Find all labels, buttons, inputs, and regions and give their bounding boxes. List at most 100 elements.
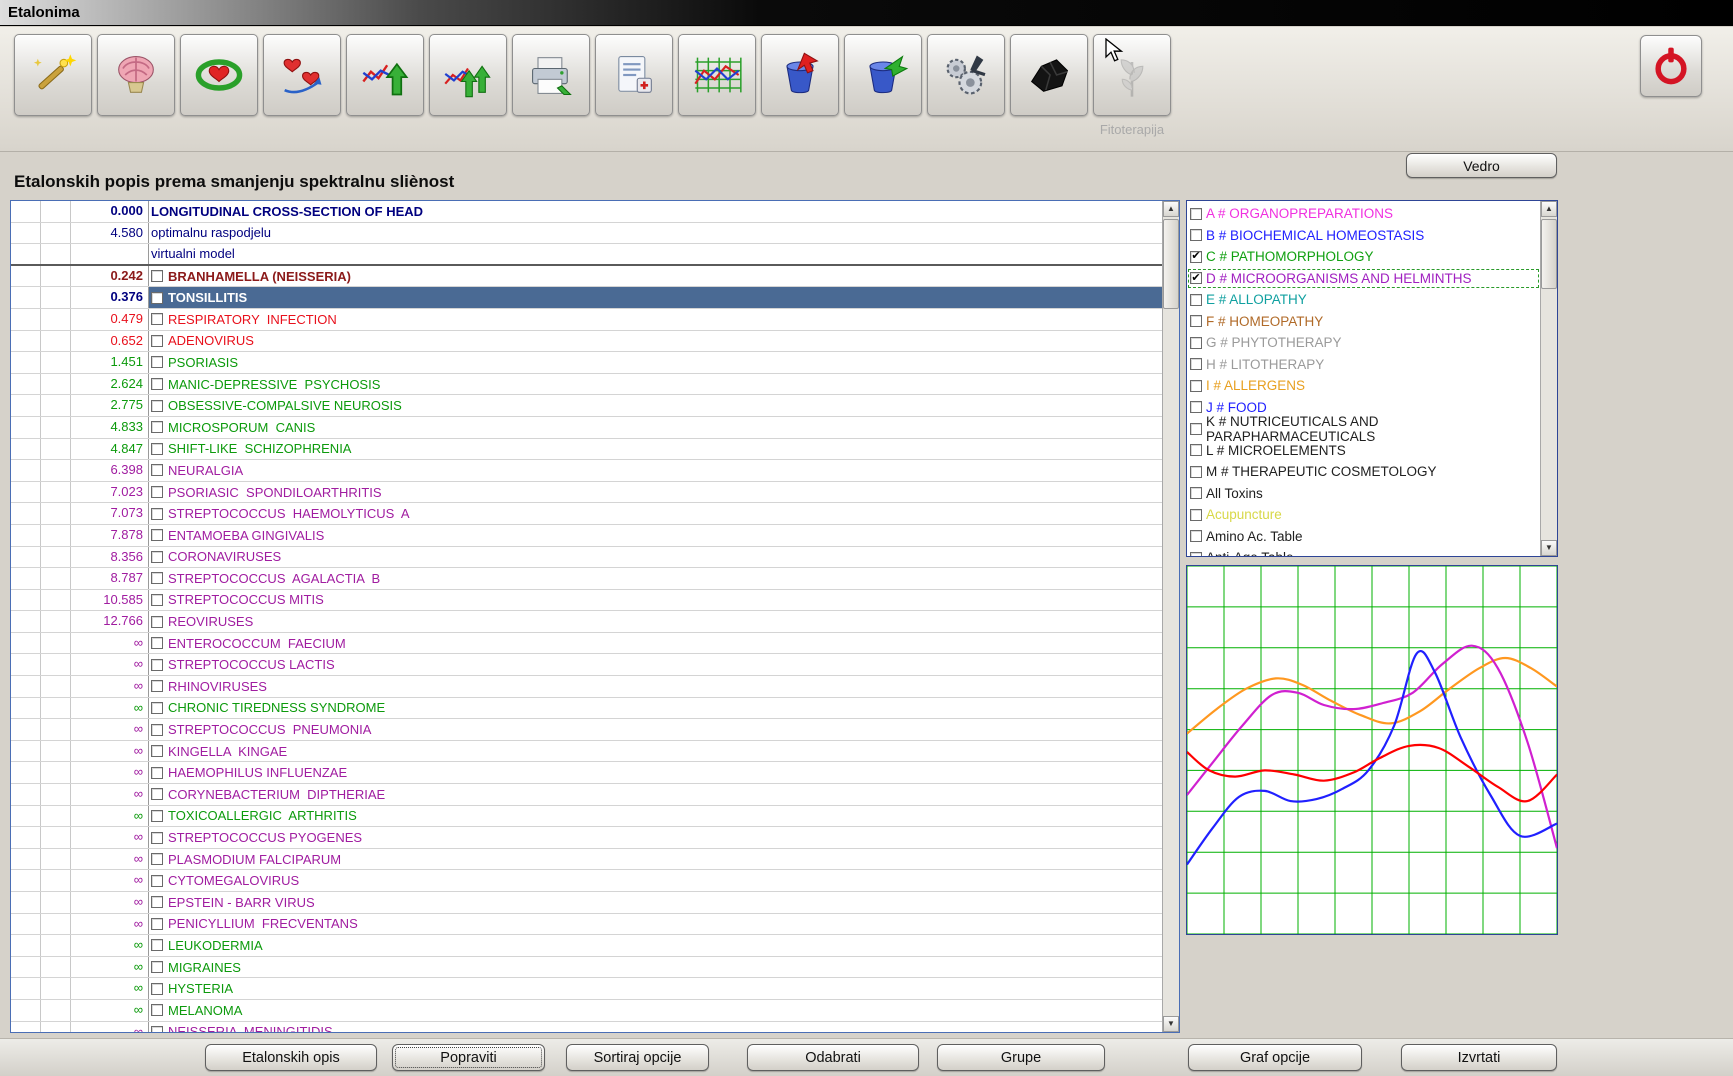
etalon-name-cell[interactable]: ADENOVIRUS xyxy=(149,331,1162,352)
row-checkbox[interactable] xyxy=(151,291,163,304)
category-checkbox[interactable] xyxy=(1190,358,1202,371)
footer-button-grupe[interactable]: Grupe xyxy=(937,1044,1105,1071)
table-row-streptococcus-lactis[interactable]: ∞ STREPTOCOCCUS LACTIS xyxy=(11,654,1162,677)
etalon-name-cell[interactable]: STREPTOCOCCUS PYOGENES xyxy=(149,827,1162,848)
row-checkbox[interactable] xyxy=(151,917,163,930)
etalon-name-cell[interactable]: CORYNEBACTERIUM DIPTHERIAE xyxy=(149,784,1162,805)
etalon-name-cell[interactable]: PSORIASIC SPONDILOARTHRITIS xyxy=(149,482,1162,503)
table-row-neuralgia[interactable]: 6.398 NEURALGIA xyxy=(11,460,1162,482)
row-checkbox[interactable] xyxy=(151,615,163,628)
coal-button[interactable] xyxy=(1010,34,1088,116)
table-row-epstein-barr-virus[interactable]: ∞ EPSTEIN - BARR VIRUS xyxy=(11,892,1162,914)
scroll-up-button[interactable]: ▲ xyxy=(1163,201,1179,217)
row-checkbox[interactable] xyxy=(151,593,163,606)
row-checkbox[interactable] xyxy=(151,961,163,974)
chart-arrow-button[interactable] xyxy=(346,34,424,116)
table-row-coronaviruses[interactable]: 8.356 CORONAVIRUSES xyxy=(11,546,1162,569)
hearts-button[interactable] xyxy=(263,34,341,116)
row-checkbox[interactable] xyxy=(151,313,163,326)
etalon-scrollbar[interactable]: ▲ ▼ xyxy=(1162,201,1179,1032)
etalon-name-cell[interactable]: PENICYLLIUM FRECVENTANS xyxy=(149,914,1162,935)
table-row-branhamella-neisseria[interactable]: 0.242 BRANHAMELLA (NEISSERIA) xyxy=(11,265,1162,288)
etalon-name-cell[interactable]: PSORIASIS xyxy=(149,352,1162,373)
table-row-corynebacterium-diptheriae[interactable]: ∞ CORYNEBACTERIUM DIPTHERIAE xyxy=(11,784,1162,806)
category-f-homeopathy[interactable]: F # HOMEOPATHY xyxy=(1187,311,1540,333)
row-checkbox[interactable] xyxy=(151,809,163,822)
etalon-name-cell[interactable]: MANIC-DEPRESSIVE PSYCHOSIS xyxy=(149,374,1162,395)
row-checkbox[interactable] xyxy=(151,334,163,347)
etalon-name-cell[interactable]: PLASMODIUM FALCIPARUM xyxy=(149,849,1162,870)
scroll-track[interactable] xyxy=(1541,217,1557,540)
row-checkbox[interactable] xyxy=(151,982,163,995)
category-checkbox[interactable] xyxy=(1190,401,1202,414)
row-checkbox[interactable] xyxy=(151,723,163,736)
table-row-toxicoallergic-arthritis[interactable]: ∞ TOXICOALLERGIC ARTHRITIS xyxy=(11,805,1162,828)
row-checkbox[interactable] xyxy=(151,701,163,714)
category-scrollbar[interactable]: ▲ ▼ xyxy=(1540,201,1557,556)
etalon-name-cell[interactable]: NEISSERIA MENINGITIDIS xyxy=(149,1022,1162,1032)
table-row-psoriasis[interactable]: 1.451 PSORIASIS xyxy=(11,352,1162,374)
table-row-melanoma[interactable]: ∞ MELANOMA xyxy=(11,999,1162,1022)
table-row-manic-depressive-psychosis[interactable]: 2.624 MANIC-DEPRESSIVE PSYCHOSIS xyxy=(11,373,1162,396)
category-i-allergens[interactable]: I # ALLERGENS xyxy=(1187,375,1540,397)
notes-button[interactable] xyxy=(595,34,673,116)
row-checkbox[interactable] xyxy=(151,874,163,887)
table-row-cytomegalovirus[interactable]: ∞ CYTOMEGALOVIRUS xyxy=(11,870,1162,892)
table-row-longitudinal-cross-section-of-head[interactable]: 0.000 LONGITUDINAL CROSS-SECTION OF HEAD xyxy=(11,201,1162,223)
row-checkbox[interactable] xyxy=(151,421,163,434)
etalon-name-cell[interactable]: OBSESSIVE-COMPALSIVE NEUROSIS xyxy=(149,395,1162,416)
row-checkbox[interactable] xyxy=(151,529,163,542)
category-checkbox[interactable]: ✔ xyxy=(1190,272,1202,285)
vedro-button[interactable]: Vedro xyxy=(1406,153,1557,178)
etalon-name-cell[interactable]: STREPTOCOCCUS AGALACTIA B xyxy=(149,568,1162,589)
category-m-therapeutic-cosmetology[interactable]: M # THERAPEUTIC COSMETOLOGY xyxy=(1187,461,1540,483)
table-row-streptococcus-haemolyticus-a[interactable]: 7.073 STREPTOCOCCUS HAEMOLYTICUS A xyxy=(11,503,1162,525)
row-checkbox[interactable] xyxy=(151,788,163,801)
category-checkbox[interactable]: ✔ xyxy=(1190,250,1202,263)
table-row-streptococcus-mitis[interactable]: 10.585 STREPTOCOCCUS MITIS xyxy=(11,589,1162,612)
category-anti-age-table[interactable]: Anti-Age Table xyxy=(1187,547,1540,556)
etalon-name-cell[interactable]: MELANOMA xyxy=(149,1000,1162,1021)
vessel-green-button[interactable] xyxy=(844,34,922,116)
etalon-name-cell[interactable]: ENTEROCOCCUM FAECIUM xyxy=(149,633,1162,654)
scroll-thumb[interactable] xyxy=(1541,219,1557,289)
row-checkbox[interactable] xyxy=(151,831,163,844)
table-row-leukodermia[interactable]: ∞ LEUKODERMIA xyxy=(11,935,1162,957)
scroll-thumb[interactable] xyxy=(1163,219,1179,309)
table-row-rhinoviruses[interactable]: ∞ RHINOVIRUSES xyxy=(11,676,1162,698)
power-button[interactable] xyxy=(1640,35,1702,97)
table-row-hysteria[interactable]: ∞ HYSTERIA xyxy=(11,978,1162,1000)
category-g-phytotherapy[interactable]: G # PHYTOTHERAPY xyxy=(1187,332,1540,354)
category-checkbox[interactable] xyxy=(1190,379,1202,392)
etalon-name-cell[interactable]: STREPTOCOCCUS LACTIS xyxy=(149,654,1162,675)
category-all-toxins[interactable]: All Toxins xyxy=(1187,483,1540,505)
category-checkbox[interactable] xyxy=(1190,336,1202,349)
table-row-streptococcus-agalactia-b[interactable]: 8.787 STREPTOCOCCUS AGALACTIA B xyxy=(11,568,1162,590)
footer-button-odabrati[interactable]: Odabrati xyxy=(747,1044,919,1071)
table-row-tonsillitis[interactable]: 0.376 TONSILLITIS xyxy=(11,287,1162,309)
etalon-name-cell[interactable]: RESPIRATORY INFECTION xyxy=(149,309,1162,330)
row-checkbox[interactable] xyxy=(151,399,163,412)
footer-button-popraviti[interactable]: Popraviti xyxy=(392,1044,545,1071)
etalon-name-cell[interactable]: LEUKODERMIA xyxy=(149,935,1162,956)
footer-button-sortiraj-opcije[interactable]: Sortiraj opcije xyxy=(566,1044,709,1071)
etalon-ring-button[interactable] xyxy=(180,34,258,116)
row-checkbox[interactable] xyxy=(151,853,163,866)
footer-button-etalonskih-opis[interactable]: Etalonskih opis xyxy=(205,1044,377,1071)
row-checkbox[interactable] xyxy=(151,464,163,477)
table-row-plasmodium-falciparum[interactable]: ∞ PLASMODIUM FALCIPARUM xyxy=(11,848,1162,871)
table-row-enterococcum-faecium[interactable]: ∞ ENTEROCOCCUM FAECIUM xyxy=(11,632,1162,655)
row-checkbox[interactable] xyxy=(151,378,163,391)
table-row-virtualni-model[interactable]: virtualni model xyxy=(11,244,1162,266)
table-row-chronic-tiredness-syndrome[interactable]: ∞ CHRONIC TIREDNESS SYNDROME xyxy=(11,697,1162,720)
vessel-red-button[interactable] xyxy=(761,34,839,116)
category-checkbox[interactable] xyxy=(1190,551,1202,556)
category-checkbox[interactable] xyxy=(1190,293,1202,306)
etalon-name-cell[interactable]: CORONAVIRUSES xyxy=(149,547,1162,568)
row-checkbox[interactable] xyxy=(151,572,163,585)
category-checkbox[interactable] xyxy=(1190,508,1202,521)
table-row-microsporum-canis[interactable]: 4.833 MICROSPORUM CANIS xyxy=(11,416,1162,439)
footer-button-izvrtati[interactable]: Izvrtati xyxy=(1401,1044,1557,1071)
etalon-name-cell[interactable]: HAEMOPHILUS INFLUENZAE xyxy=(149,762,1162,783)
category-checkbox[interactable] xyxy=(1190,530,1202,543)
